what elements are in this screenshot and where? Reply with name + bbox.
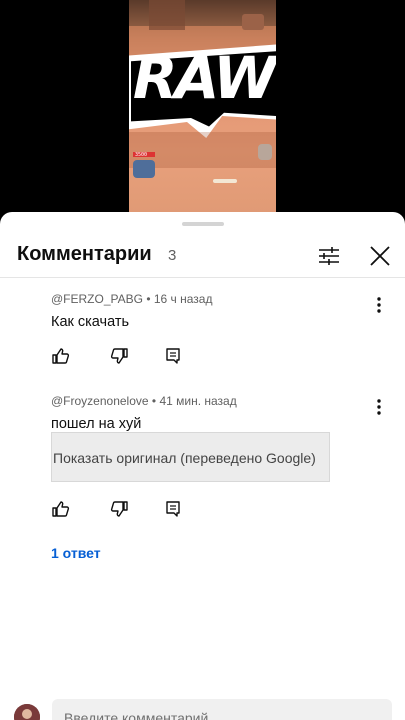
bone-sprite bbox=[213, 179, 237, 183]
like-button[interactable] bbox=[51, 346, 71, 366]
reply-button[interactable] bbox=[163, 346, 183, 366]
comments-count: 3 bbox=[168, 247, 177, 264]
comment-author[interactable]: @Froyzenonelove bbox=[51, 394, 149, 408]
comment-input-placeholder: Введите комментарий bbox=[64, 710, 209, 720]
comment-item: @Froyzenonelove • 41 мин. назад пошел на… bbox=[0, 392, 405, 532]
comments-header: Комментарии 3 bbox=[0, 234, 405, 276]
header-divider bbox=[0, 277, 405, 278]
dislike-button[interactable] bbox=[109, 346, 129, 366]
comment-author[interactable]: @FERZO_PABG bbox=[51, 292, 143, 306]
comment-text: пошел на хуй bbox=[51, 416, 142, 432]
dislike-button[interactable] bbox=[109, 499, 129, 519]
comment-more-button[interactable] bbox=[369, 396, 389, 418]
drag-handle[interactable] bbox=[182, 222, 224, 226]
comment-actions bbox=[51, 346, 191, 366]
video-overlay-text: RAW bbox=[132, 44, 276, 112]
sliders-icon bbox=[319, 247, 339, 265]
comment-input-row: Введите комментарий bbox=[0, 682, 405, 720]
more-vert-icon bbox=[377, 297, 381, 313]
comment-item: @FERZO_PABG • 16 ч назад Как скачать bbox=[0, 290, 405, 374]
comment-actions bbox=[51, 499, 191, 519]
thumbs-down-icon bbox=[110, 501, 128, 517]
translation-label: Показать оригинал (переведено Google) bbox=[53, 450, 316, 466]
comment-meta: @FERZO_PABG • 16 ч назад bbox=[51, 292, 213, 306]
thumbs-down-icon bbox=[110, 348, 128, 364]
video-frame: RAW 3500 bbox=[129, 0, 276, 215]
user-avatar-icon bbox=[14, 704, 40, 720]
comments-title: Комментарии bbox=[17, 243, 152, 265]
reply-comment-icon bbox=[166, 348, 180, 364]
translation-toggle[interactable]: Показать оригинал (переведено Google) bbox=[51, 432, 330, 482]
comment-time: 41 мин. назад bbox=[159, 394, 237, 408]
health-label: 3500 bbox=[135, 152, 148, 158]
view-replies-link[interactable]: 1 ответ bbox=[51, 545, 101, 561]
comment-text: Как скачать bbox=[51, 314, 130, 330]
reply-comment-icon bbox=[166, 501, 180, 517]
reply-button[interactable] bbox=[163, 499, 183, 519]
like-button[interactable] bbox=[51, 499, 71, 519]
comments-sheet: Комментарии 3 @FERZO_PABG • 16 ч назад К… bbox=[0, 212, 405, 720]
more-vert-icon bbox=[377, 399, 381, 415]
comment-more-button[interactable] bbox=[369, 294, 389, 316]
rock-sprite bbox=[258, 144, 272, 160]
thumbs-up-icon bbox=[52, 501, 70, 517]
game-character bbox=[133, 160, 155, 178]
close-icon bbox=[370, 246, 390, 266]
comment-time: 16 ч назад bbox=[153, 292, 213, 306]
close-button[interactable] bbox=[364, 240, 396, 272]
sort-filter-button[interactable] bbox=[313, 240, 345, 272]
comment-meta: @Froyzenonelove • 41 мин. назад bbox=[51, 394, 237, 408]
thumbs-up-icon bbox=[52, 348, 70, 364]
avatar bbox=[14, 704, 40, 720]
video-player[interactable]: RAW 3500 bbox=[0, 0, 405, 230]
